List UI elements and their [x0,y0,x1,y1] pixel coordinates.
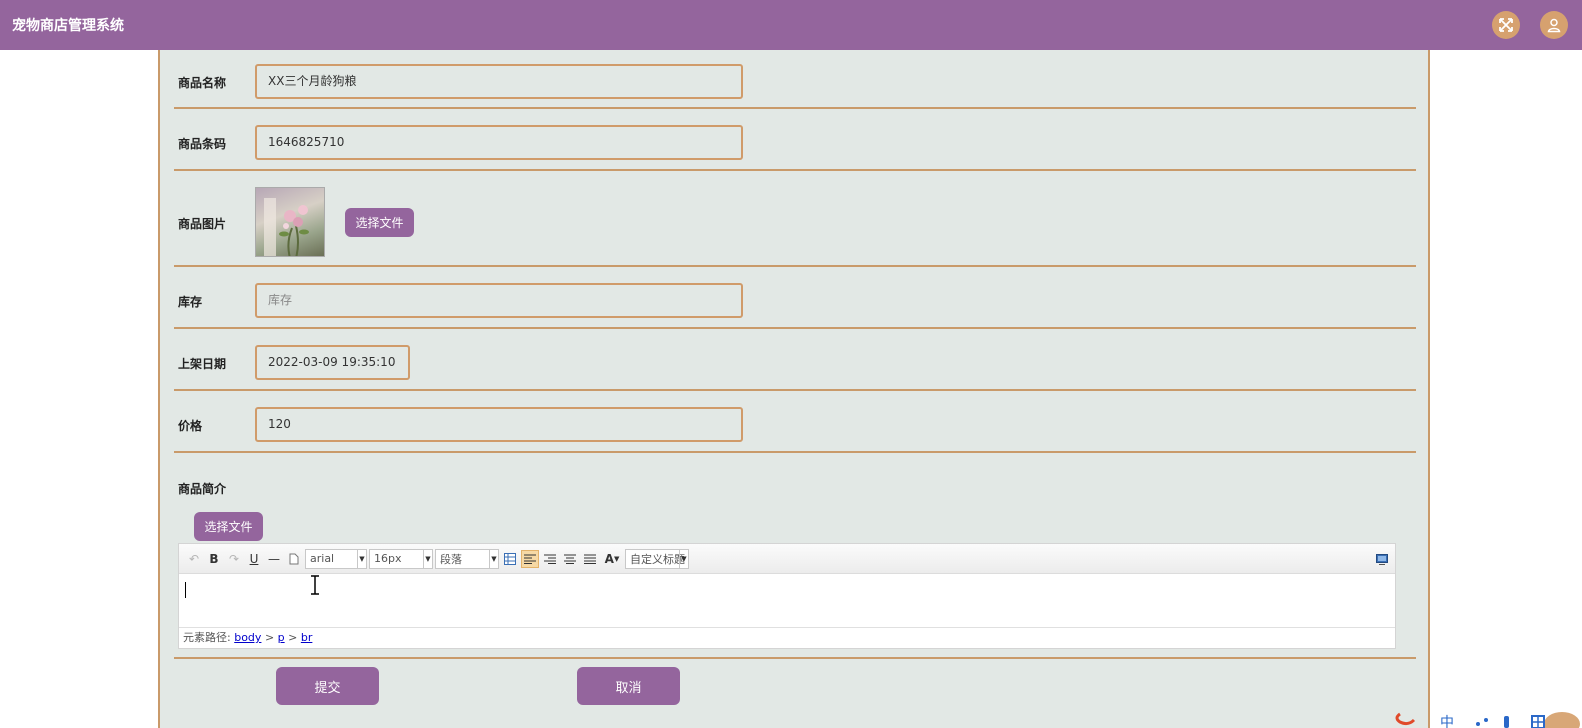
row-product-name: 商品名称 XX三个月龄狗粮 [174,50,1416,109]
row-stock: 库存 库存 [174,267,1416,329]
custom-title-value: 自定义标题 [630,552,685,566]
custom-title-select[interactable]: 自定义标题 ▼ [625,548,689,569]
font-family-value: arial [310,552,335,565]
editor-toolbar: ↶ B ↷ U — arial ▼ 16px ▼ 段落 ▼ A ▼ 自定义标题 … [179,544,1395,574]
ime-toolbar-icon: 中 [1395,712,1580,728]
chevron-down-icon: ▼ [423,549,432,568]
text-caret [185,582,186,598]
date-input[interactable]: 2022-03-09 19:35:10 [255,345,410,380]
rich-text-editor: ↶ B ↷ U — arial ▼ 16px ▼ 段落 ▼ A ▼ 自定义标题 … [178,543,1396,649]
fullscreen-icon [1499,18,1513,32]
path-separator: > [288,631,298,644]
page-icon[interactable] [285,550,303,568]
svg-text:中: 中 [1440,715,1454,728]
product-image-thumbnail [255,187,325,257]
editor-status-bar: 元素路径: body > p > br [179,627,1395,648]
stock-input[interactable]: 库存 [255,283,743,318]
product-image-label: 商品图片 [178,217,227,231]
horizontal-rule-icon[interactable]: — [265,550,283,568]
date-label: 上架日期 [178,357,227,371]
intro-choose-file-button[interactable]: 选择文件 [194,512,263,541]
image-choose-file-button[interactable]: 选择文件 [345,208,414,237]
flower-image-icon [264,198,309,256]
ibeam-cursor-icon [311,575,319,595]
product-name-label: 商品名称 [178,76,227,90]
row-price: 价格 120 [174,391,1416,453]
chevron-down-icon: ▼ [679,549,688,568]
chevron-down-icon: ▼ [357,549,366,568]
app-title: 宠物商店管理系统 [12,18,124,34]
align-right-icon[interactable] [541,550,559,568]
stock-label: 库存 [178,295,203,309]
editor-content-area[interactable] [179,574,1395,627]
paragraph-select[interactable]: 段落 ▼ [435,548,499,569]
barcode-label: 商品条码 [178,137,227,151]
product-name-input[interactable]: XX三个月龄狗粮 [255,64,743,99]
path-br-link[interactable]: br [301,631,313,644]
element-path-label: 元素路径: [183,631,231,644]
form-panel: 商品名称 XX三个月龄狗粮 商品条码 1646825710 商品图片 选择文件 … [158,50,1430,728]
divider [174,657,1416,659]
path-p-link[interactable]: p [278,631,285,644]
paragraph-value: 段落 [440,552,462,566]
align-center-icon[interactable] [561,550,579,568]
align-justify-icon[interactable] [581,550,599,568]
undo-icon[interactable]: ↶ [185,550,203,568]
intro-label: 商品简介 [178,482,227,496]
user-button[interactable] [1540,11,1568,39]
cancel-button[interactable]: 取消 [577,667,680,705]
app-header: 宠物商店管理系统 [0,0,1582,50]
price-label: 价格 [178,419,203,433]
user-icon [1547,18,1561,33]
align-left-icon[interactable] [521,549,539,568]
table-icon[interactable] [501,550,519,568]
redo-icon[interactable]: ↷ [225,550,243,568]
row-barcode: 商品条码 1646825710 [174,109,1416,171]
chevron-down-icon: ▼ [489,549,498,568]
path-body-link[interactable]: body [234,631,261,644]
font-family-select[interactable]: arial ▼ [305,548,367,569]
underline-icon[interactable]: U [245,550,263,568]
preview-icon[interactable] [1373,550,1391,568]
row-product-image: 商品图片 选择文件 [174,171,1416,267]
price-input[interactable]: 120 [255,407,743,442]
font-size-value: 16px [374,552,402,565]
path-separator: > [264,631,275,644]
font-size-select[interactable]: 16px ▼ [369,548,433,569]
barcode-input[interactable]: 1646825710 [255,125,743,160]
fullscreen-button[interactable] [1492,11,1520,39]
header-actions [1492,11,1568,39]
font-color-icon[interactable]: A ▼ [601,550,623,568]
submit-button[interactable]: 提交 [276,667,379,705]
bold-icon[interactable]: B [205,550,223,568]
row-date: 上架日期 2022-03-09 19:35:10 [174,329,1416,391]
